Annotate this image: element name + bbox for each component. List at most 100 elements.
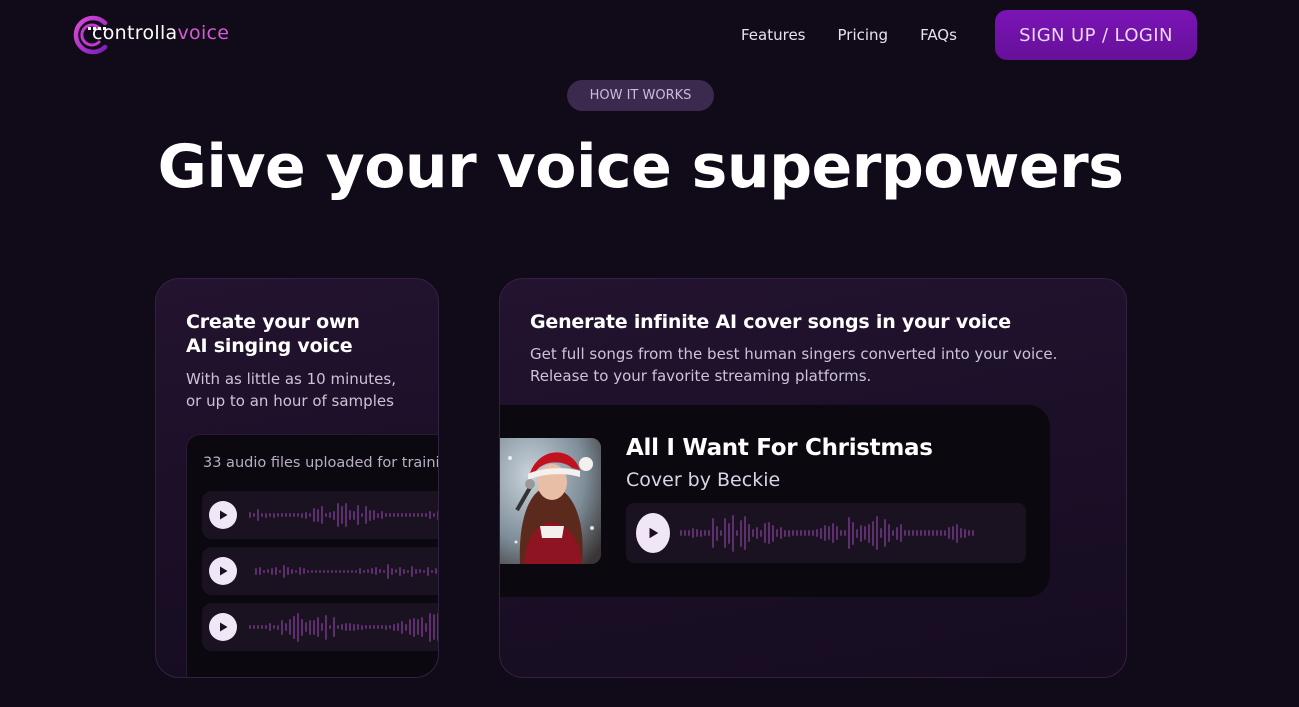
waveform-bar — [367, 569, 369, 573]
waveform-bar — [373, 510, 375, 520]
waveform-bar — [337, 625, 339, 629]
waveform-bar — [808, 530, 810, 536]
nav-link-pricing[interactable]: Pricing — [838, 26, 889, 44]
waveform-bar — [956, 523, 958, 543]
cover-songs-desc-line1: Get full songs from the best human singe… — [530, 345, 1058, 363]
waveform-bar — [313, 619, 315, 635]
waveform-bar — [259, 567, 261, 575]
waveform-bar — [377, 625, 379, 629]
waveform-bar — [752, 529, 754, 537]
waveform-bar — [884, 519, 886, 547]
waveform-bar — [361, 624, 363, 630]
waveform-bar — [385, 513, 387, 517]
waveform-bar — [317, 617, 319, 637]
waveform-bar — [309, 513, 311, 517]
cover-songs-card: Generate infinite AI cover songs in your… — [499, 278, 1127, 678]
waveform-bar — [405, 513, 407, 517]
play-button[interactable] — [209, 613, 237, 641]
logo-text: controllavoice — [92, 22, 229, 44]
waveform — [249, 607, 438, 647]
waveform-bar — [700, 529, 702, 537]
waveform-bar — [688, 530, 690, 536]
waveform-bar — [297, 612, 299, 642]
waveform-bar — [868, 523, 870, 543]
waveform-bar — [309, 619, 311, 635]
play-icon — [649, 527, 659, 539]
waveform-bar — [283, 564, 285, 578]
nav-links: Features Pricing FAQs — [741, 26, 989, 44]
waveform-bar — [399, 566, 401, 576]
create-voice-title-line1: Create your own — [186, 311, 360, 333]
waveform-bar — [421, 513, 423, 517]
waveform-bar — [429, 612, 431, 642]
waveform-bar — [383, 569, 385, 573]
waveform-bar — [800, 530, 802, 536]
play-button[interactable] — [209, 501, 237, 529]
waveform-bar — [429, 511, 431, 519]
waveform-bar — [363, 569, 365, 573]
waveform-bar — [373, 625, 375, 629]
nav-link-faqs[interactable]: FAQs — [920, 26, 957, 44]
waveform-bar — [271, 567, 273, 575]
waveform-bar — [313, 508, 315, 522]
waveform-bar — [880, 528, 882, 538]
waveform-bar — [321, 506, 323, 524]
waveform-bar — [796, 530, 798, 536]
waveform-bar — [359, 568, 361, 574]
logo[interactable]: controllavoice — [72, 14, 229, 55]
waveform-bar — [724, 518, 726, 548]
play-icon — [220, 510, 228, 520]
logo-icon — [72, 14, 110, 55]
logo-text-part2: voice — [177, 22, 230, 44]
waveform-bar — [401, 620, 403, 634]
cover-songs-title: Generate infinite AI cover songs in your… — [530, 311, 1011, 333]
play-button[interactable] — [636, 513, 670, 553]
waveform-bar — [864, 526, 866, 540]
waveform-bar — [281, 513, 283, 517]
waveform-bar — [712, 518, 714, 548]
waveform-bar — [339, 569, 341, 573]
waveform-bar — [401, 513, 403, 517]
waveform-bar — [331, 569, 333, 573]
waveform-bar — [425, 622, 427, 632]
waveform-bar — [351, 569, 353, 573]
waveform-bar — [417, 513, 419, 517]
waveform-bar — [349, 623, 351, 631]
waveform-bar — [263, 569, 265, 573]
waveform-bar — [323, 569, 325, 573]
waveform-bar — [365, 625, 367, 629]
create-voice-description: With as little as 10 minutes, or up to a… — [186, 368, 436, 412]
waveform — [680, 509, 974, 557]
waveform-bar — [281, 619, 283, 635]
waveform-bar — [944, 530, 946, 536]
waveform-bar — [329, 512, 331, 518]
nav-link-features[interactable]: Features — [741, 26, 806, 44]
hero-headline: Give your voice superpowers — [157, 132, 1124, 202]
waveform-bar — [369, 509, 371, 521]
play-icon — [220, 622, 228, 632]
waveform-bar — [764, 523, 766, 543]
waveform-bar — [948, 527, 950, 539]
waveform-bar — [940, 530, 942, 536]
play-button[interactable] — [209, 557, 237, 585]
waveform-bar — [299, 567, 301, 575]
waveform-bar — [756, 527, 758, 539]
song-title: All I Want For Christmas — [626, 435, 933, 461]
waveform-bar — [301, 512, 303, 518]
waveform-bar — [844, 530, 846, 536]
waveform-bar — [419, 569, 421, 573]
waveform-bar — [411, 565, 413, 577]
waveform-bar — [784, 529, 786, 537]
signup-login-button[interactable]: SIGN UP / LOGIN — [995, 10, 1197, 60]
waveform-bar — [936, 530, 938, 536]
waveform-bar — [397, 513, 399, 517]
waveform-bar — [704, 530, 706, 536]
waveform-bar — [812, 530, 814, 536]
waveform-bar — [341, 506, 343, 524]
waveform-bar — [389, 625, 391, 629]
waveform-bar — [357, 624, 359, 630]
waveform-bar — [740, 519, 742, 547]
waveform-bar — [932, 530, 934, 536]
waveform-bar — [876, 516, 878, 550]
waveform-bar — [335, 569, 337, 573]
